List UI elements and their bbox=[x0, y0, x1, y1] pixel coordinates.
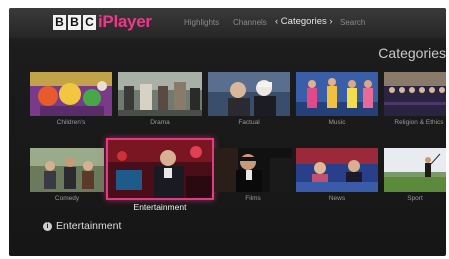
category-label-films: Films bbox=[245, 195, 261, 202]
category-tile-films[interactable] bbox=[214, 148, 292, 192]
iplayer-logo: iPlayer bbox=[98, 12, 152, 31]
category-tile-music[interactable] bbox=[296, 72, 378, 116]
category-label-childrens: Children's bbox=[56, 119, 86, 126]
nav-channels[interactable]: Channels bbox=[233, 18, 267, 28]
entertainment-thumbnail bbox=[108, 140, 212, 198]
category-label-factual: Factual bbox=[238, 119, 260, 126]
news-thumbnail bbox=[296, 148, 378, 192]
category-label-music: Music bbox=[328, 119, 346, 126]
category-tile-childrens[interactable] bbox=[30, 72, 112, 116]
music-thumbnail bbox=[296, 72, 378, 116]
tv-screen: B B C iPlayer Highlights Channels ‹ Cate… bbox=[9, 8, 446, 256]
nav-highlights[interactable]: Highlights bbox=[184, 18, 219, 28]
category-label-comedy: Comedy bbox=[54, 195, 80, 202]
drama-thumbnail bbox=[118, 72, 202, 116]
childrens-thumbnail bbox=[30, 72, 112, 116]
page-heading: Categories bbox=[378, 45, 446, 61]
category-label-drama: Drama bbox=[150, 119, 170, 126]
films-thumbnail bbox=[214, 148, 292, 192]
category-tile-sport[interactable] bbox=[384, 148, 446, 192]
religion-ethics-thumbnail bbox=[384, 72, 446, 116]
nav-categories[interactable]: ‹ Categories › bbox=[275, 17, 333, 27]
info-icon: i bbox=[43, 222, 52, 231]
sport-thumbnail bbox=[384, 148, 446, 192]
category-tile-factual[interactable] bbox=[208, 72, 290, 116]
comedy-thumbnail bbox=[30, 148, 104, 192]
category-tile-comedy[interactable] bbox=[30, 148, 104, 192]
category-tile-religion-ethics[interactable] bbox=[384, 72, 446, 116]
nav-search[interactable]: Search bbox=[340, 18, 365, 28]
selection-info-text: Entertainment bbox=[56, 220, 122, 232]
selection-info: i Entertainment bbox=[43, 220, 121, 233]
bbc-logo: B B C bbox=[53, 15, 96, 30]
category-label-sport: Sport bbox=[407, 195, 423, 202]
top-bar: B B C iPlayer Highlights Channels ‹ Cate… bbox=[9, 8, 446, 38]
factual-thumbnail bbox=[208, 72, 290, 116]
category-tile-news[interactable] bbox=[296, 148, 378, 192]
category-tile-drama[interactable] bbox=[118, 72, 202, 116]
category-label-news: News bbox=[328, 195, 346, 202]
category-label-entertainment: Entertainment bbox=[133, 202, 187, 212]
category-tile-entertainment[interactable] bbox=[106, 138, 214, 200]
category-label-religion-ethics: Religion & Ethics bbox=[394, 119, 444, 126]
